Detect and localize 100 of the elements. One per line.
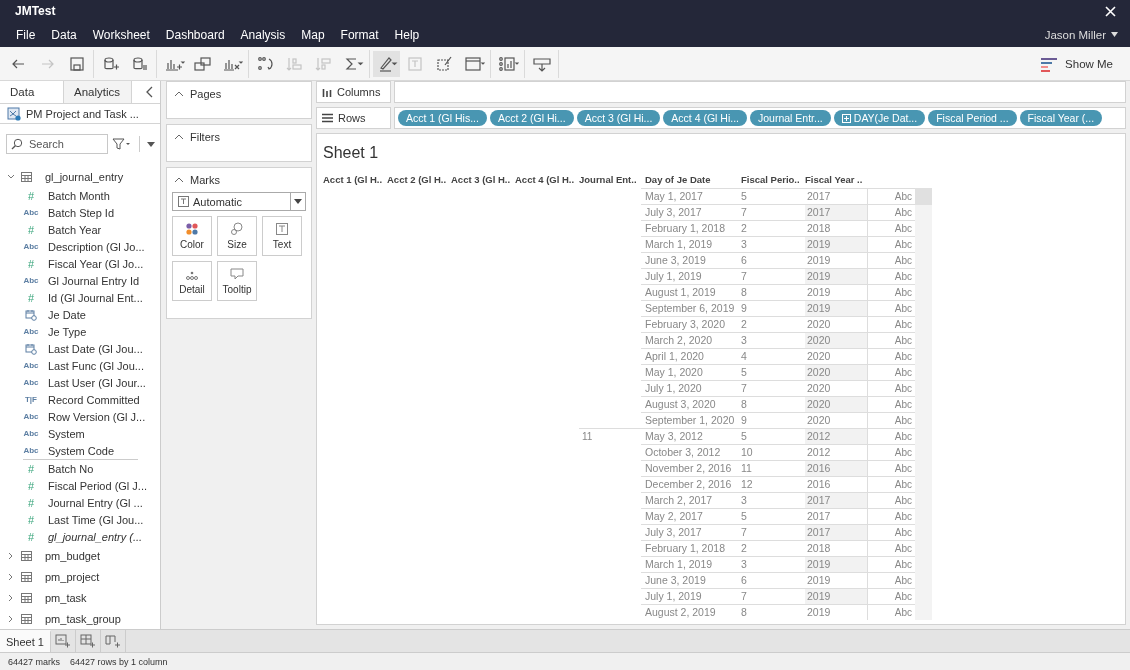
filter-icon[interactable]	[112, 138, 132, 150]
mark-property-button[interactable]: Detail	[172, 261, 212, 301]
field-item[interactable]: Je Type	[48, 325, 87, 338]
mark-property-button[interactable]: Text	[262, 216, 302, 256]
table-cell: 2	[741, 220, 805, 236]
menu-item[interactable]: Worksheet	[84, 27, 158, 42]
collapse-caret-icon[interactable]	[174, 177, 184, 183]
field-item[interactable]: gl_journal_entry (...	[48, 530, 143, 543]
table-cell: 2019	[805, 556, 867, 572]
menu-item[interactable]: Map	[293, 27, 333, 42]
search-field[interactable]: Search	[6, 134, 108, 154]
table-name[interactable]: pm_budget	[45, 549, 101, 562]
mark-property-button[interactable]: Color	[172, 216, 212, 256]
field-type-icon: #	[27, 223, 35, 236]
field-item[interactable]: Last User (Gl Jour...	[48, 376, 146, 389]
sheet-tab[interactable]: Sheet 1	[0, 630, 51, 652]
table-cell: August 1, 2019	[641, 284, 741, 300]
menu-item[interactable]: File	[8, 27, 44, 42]
column-header[interactable]: Acct 3 (Gl H..	[451, 173, 515, 185]
table-cell: May 3, 2012	[641, 428, 741, 444]
table-name[interactable]: pm_task_group	[45, 612, 121, 625]
data-source[interactable]: PM Project and Task ...	[0, 104, 160, 124]
field-item[interactable]: Row Version (Gl J...	[48, 410, 146, 423]
book-plus-icon	[104, 634, 121, 648]
caret-icon[interactable]	[147, 141, 155, 147]
field-type-icon: #	[27, 496, 35, 509]
field-item[interactable]: Batch Year	[48, 223, 102, 236]
user-menu[interactable]: Jason Miller	[1044, 28, 1122, 41]
field-item[interactable]: Last Func (Gl Jou...	[48, 359, 144, 372]
circles-icon	[229, 222, 245, 236]
expand-toggle-icon[interactable]	[7, 572, 15, 581]
table-cell: 2017	[805, 204, 867, 220]
toolbar-button[interactable]	[373, 50, 400, 77]
field-item[interactable]: Id (Gl Journal Ent...	[48, 291, 143, 304]
field-item[interactable]: Last Time (Gl Jou...	[48, 513, 144, 526]
field-item[interactable]: System Code	[48, 444, 115, 457]
table-name[interactable]: pm_project	[45, 570, 100, 583]
show-me-button[interactable]: Show Me	[1039, 54, 1113, 73]
field-item[interactable]: Record Committed	[48, 393, 140, 406]
mark-property-button[interactable]: Tooltip	[217, 261, 257, 301]
close-icon[interactable]	[1105, 5, 1116, 17]
mark-property-button[interactable]: Size	[217, 216, 257, 256]
collapse-icon[interactable]	[146, 86, 154, 98]
menu-item[interactable]: Analysis	[232, 27, 294, 42]
field-item[interactable]: Gl Journal Entry Id	[48, 274, 140, 287]
menu-item[interactable]: Help	[386, 27, 428, 42]
expand-toggle-icon[interactable]	[7, 172, 15, 181]
field-type-icon: T|F	[25, 395, 37, 404]
column-header[interactable]: Acct 1 (Gl H..	[323, 173, 387, 185]
field-item[interactable]: Je Date	[48, 308, 86, 321]
color-dots-icon	[184, 222, 200, 236]
mark-type-dropdown[interactable]: Automatic	[172, 192, 306, 211]
table-name[interactable]: pm_task	[45, 591, 87, 604]
column-header[interactable]: Fiscal Perio..	[741, 173, 805, 185]
table-cell: 5	[741, 508, 805, 524]
marks-card-title: Marks	[190, 174, 220, 186]
pane-tab[interactable]: Analytics	[64, 81, 132, 103]
table-cell: November 2, 2016	[641, 460, 741, 476]
expand-toggle-icon[interactable]	[7, 551, 15, 560]
field-item[interactable]: Fiscal Period (Gl J...	[48, 479, 148, 492]
field-item[interactable]: Fiscal Year (Gl Jo...	[48, 257, 144, 270]
column-header[interactable]: Journal Ent..	[579, 173, 641, 185]
table-cell: 2020	[805, 332, 867, 348]
expand-toggle-icon[interactable]	[7, 593, 15, 602]
collapse-caret-icon[interactable]	[174, 134, 184, 140]
field-item[interactable]: Last Date (Gl Jou...	[48, 342, 143, 355]
table-cell: 2017	[805, 524, 867, 540]
table-cell: 6	[741, 252, 805, 268]
table-cell: 2019	[805, 604, 867, 620]
field-item[interactable]: Journal Entry (Gl ...	[48, 496, 143, 509]
field-item[interactable]: Batch Month	[48, 189, 110, 202]
menu-item[interactable]: Dashboard	[157, 27, 233, 42]
field-item[interactable]: Description (Gl Jo...	[48, 240, 145, 253]
field-type-icon: #	[27, 291, 35, 304]
table-cell: 2	[741, 316, 805, 332]
plus-box-icon[interactable]	[841, 113, 851, 123]
field-type-icon: Abc	[23, 429, 39, 438]
field-item[interactable]: System	[48, 427, 85, 440]
table-cell: February 3, 2020	[641, 316, 741, 332]
expand-toggle-icon[interactable]	[7, 614, 15, 623]
column-header[interactable]: Day of Je Date	[641, 173, 741, 185]
table-cell: July 3, 2017	[641, 204, 741, 220]
calendar-icon	[25, 342, 37, 355]
field-item[interactable]: Batch Step Id	[48, 206, 115, 219]
menu-item[interactable]: Format	[332, 27, 387, 42]
table-cell: 2012	[805, 428, 867, 444]
menu-item[interactable]: Data	[43, 27, 85, 42]
field-item[interactable]: Batch No	[48, 462, 94, 475]
calendar-icon	[25, 308, 37, 321]
filters-card-title: Filters	[190, 131, 220, 143]
table-cell: 8	[741, 604, 805, 620]
table-name[interactable]: gl_journal_entry	[45, 170, 124, 183]
scrollbar-thumb[interactable]	[915, 188, 932, 205]
collapse-caret-icon[interactable]	[174, 91, 184, 97]
caret-icon	[1111, 32, 1118, 37]
column-header[interactable]: Acct 2 (Gl H..	[387, 173, 451, 185]
column-header[interactable]: Acct 4 (Gl H..	[515, 173, 579, 185]
column-header[interactable]: Fiscal Year ..	[805, 173, 869, 185]
table-cell: May 1, 2017	[641, 188, 741, 204]
field-type-icon: Abc	[23, 378, 39, 387]
